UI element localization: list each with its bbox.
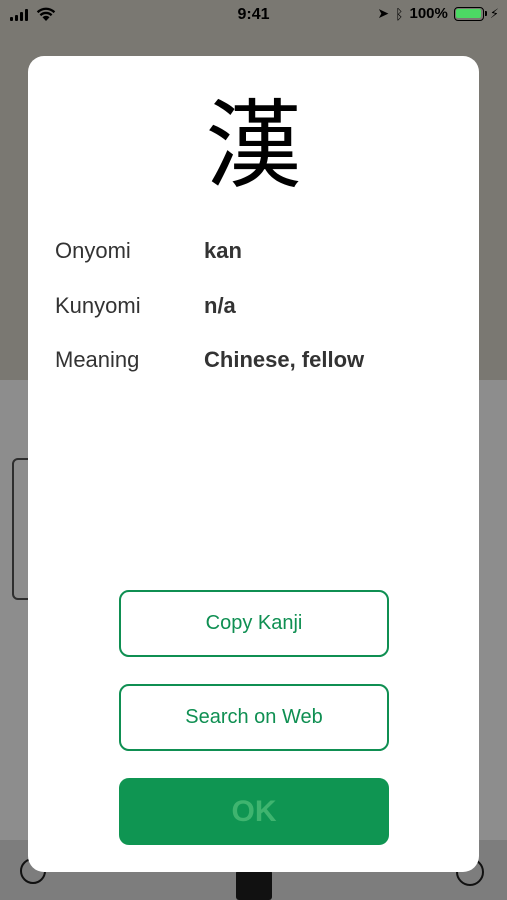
onyomi-row: Onyomi kan (55, 236, 242, 266)
status-right-group: ➤ ᛒ 100% ⚡ (377, 5, 499, 22)
meaning-row: Meaning Chinese, fellow (55, 345, 364, 375)
onyomi-label: Onyomi (55, 238, 131, 263)
kanji-detail-dialog: 漢 Onyomi kan Kunyomi n/a Meaning Chinese… (28, 56, 479, 872)
kanji-character: 漢 (205, 90, 302, 202)
meaning-label: Meaning (55, 347, 140, 372)
search-on-web-button[interactable]: Search on Web (119, 684, 389, 751)
status-bar: 9:41 ➤ ᛒ 100% ⚡ (0, 0, 507, 30)
kunyomi-row: Kunyomi n/a (55, 291, 236, 321)
bluetooth-icon: ᛒ (395, 5, 404, 22)
location-icon: ➤ (377, 5, 390, 21)
ok-button[interactable]: OK (119, 778, 389, 845)
charging-icon: ⚡ (489, 5, 499, 21)
onyomi-value: kan (204, 238, 242, 263)
battery-percent: 100% (409, 5, 448, 22)
battery-icon (453, 6, 487, 21)
kunyomi-value: n/a (204, 293, 236, 318)
camera-icon (236, 870, 272, 900)
battery-fill (456, 9, 482, 18)
meaning-value: Chinese, fellow (204, 347, 365, 372)
copy-kanji-button[interactable]: Copy Kanji (119, 590, 389, 657)
kunyomi-label: Kunyomi (55, 293, 141, 318)
